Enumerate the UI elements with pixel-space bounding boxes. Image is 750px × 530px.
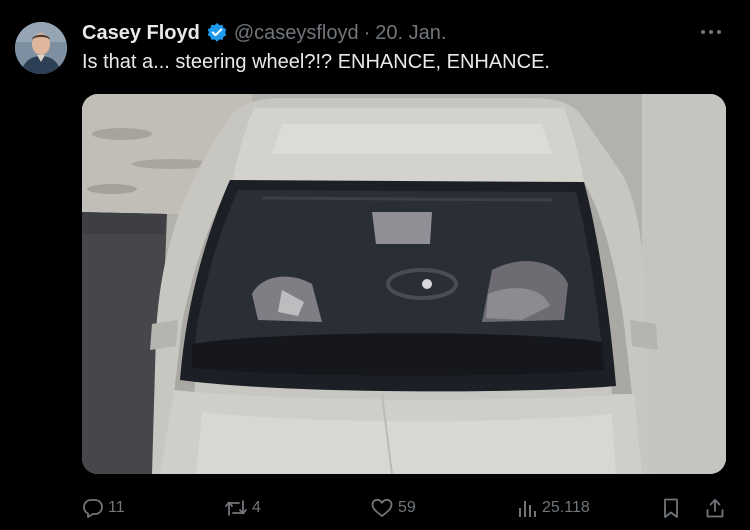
author-name[interactable]: Casey Floyd [82,22,200,45]
tweet-header: Casey Floyd @caseysfloyd · 20. Jan. [82,19,446,47]
like-count: 59 [398,499,416,516]
views-chart-icon [516,497,538,519]
author-handle[interactable]: @caseysfloyd [234,22,359,45]
car-windshield-photo [82,94,726,474]
verified-badge-icon [206,22,228,44]
reply-count: 11 [108,499,125,516]
retweet-count: 4 [252,499,261,516]
tweet-media-photo[interactable] [82,94,726,474]
tweet-text: Is that a... steering wheel?!? ENHANCE, … [82,51,550,73]
retweet-icon [224,497,248,519]
share-icon [704,497,726,519]
avatar[interactable] [15,22,67,74]
bookmark-icon [660,497,682,519]
reply-button[interactable]: 11 [82,493,125,523]
tweet: Casey Floyd @caseysfloyd · 20. Jan. Is t… [0,0,750,530]
view-count: 25.118 [542,499,590,516]
avatar-image [15,22,67,74]
header-separator: · [363,21,371,44]
views-button[interactable]: 25.118 [516,493,590,523]
share-button[interactable] [704,493,726,523]
reply-icon [82,497,104,519]
tweet-actions-bar: 11 4 59 25.118 [82,493,730,523]
retweet-button[interactable]: 4 [224,493,261,523]
more-horizontal-icon[interactable] [698,22,724,42]
tweet-date[interactable]: 20. Jan. [375,22,446,45]
like-button[interactable]: 59 [370,493,416,523]
bookmark-button[interactable] [660,493,682,523]
heart-icon [370,497,394,519]
